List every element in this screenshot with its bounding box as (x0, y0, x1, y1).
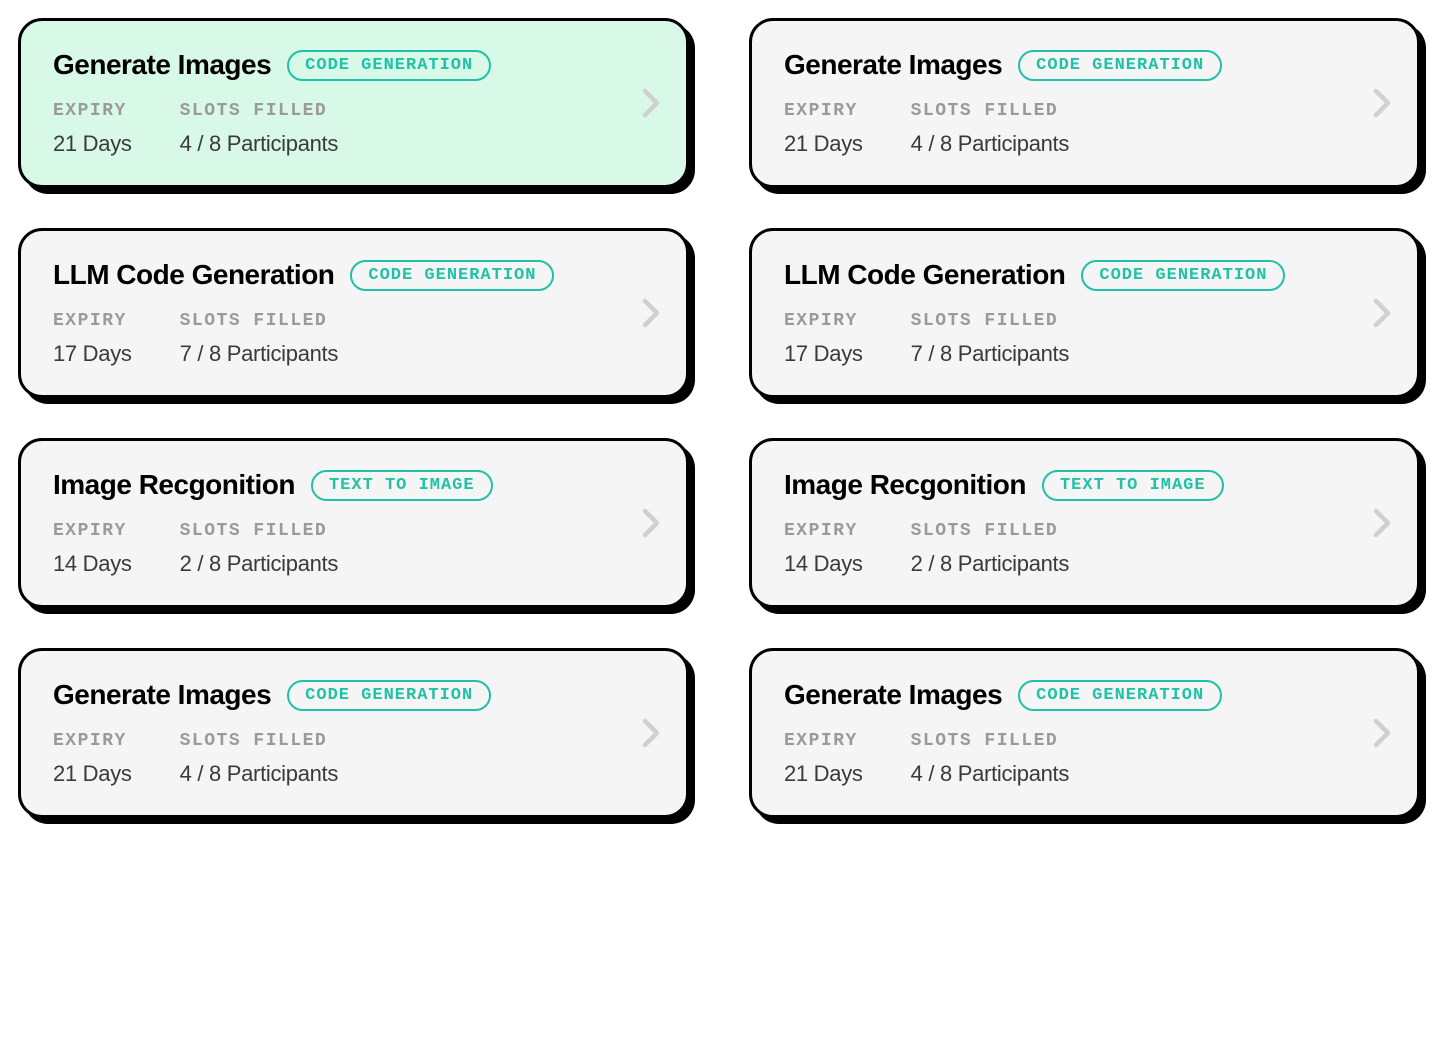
chevron-right-icon (1373, 298, 1391, 328)
card-header: LLM Code Generation CODE GENERATION (784, 259, 1385, 291)
card-title: LLM Code Generation (784, 259, 1065, 291)
slots-value: 4 / 8 Participants (911, 131, 1069, 157)
task-card[interactable]: Generate Images CODE GENERATION EXPIRY 2… (749, 648, 1420, 818)
task-card[interactable]: LLM Code Generation CODE GENERATION EXPI… (749, 228, 1420, 398)
card-header: Generate Images CODE GENERATION (53, 49, 654, 81)
card-header: Image Recgonition TEXT TO IMAGE (784, 469, 1385, 501)
slots-col: SLOTS FILLED 7 / 8 Participants (911, 311, 1069, 367)
slots-col: SLOTS FILLED 4 / 8 Participants (180, 731, 338, 787)
expiry-col: EXPIRY 17 Days (784, 311, 863, 367)
task-card[interactable]: Generate Images CODE GENERATION EXPIRY 2… (749, 18, 1420, 188)
slots-col: SLOTS FILLED 2 / 8 Participants (911, 521, 1069, 577)
card-header: LLM Code Generation CODE GENERATION (53, 259, 654, 291)
task-card[interactable]: Image Recgonition TEXT TO IMAGE EXPIRY 1… (18, 438, 689, 608)
expiry-value: 21 Days (53, 131, 132, 157)
card-grid: Generate Images CODE GENERATION EXPIRY 2… (18, 18, 1420, 818)
card-header: Generate Images CODE GENERATION (784, 49, 1385, 81)
expiry-value: 14 Days (784, 551, 863, 577)
card-meta: EXPIRY 14 Days SLOTS FILLED 2 / 8 Partic… (784, 521, 1385, 577)
slots-label: SLOTS FILLED (911, 731, 1069, 751)
card-header: Image Recgonition TEXT TO IMAGE (53, 469, 654, 501)
card-meta: EXPIRY 21 Days SLOTS FILLED 4 / 8 Partic… (53, 101, 654, 157)
card-meta: EXPIRY 21 Days SLOTS FILLED 4 / 8 Partic… (784, 101, 1385, 157)
slots-col: SLOTS FILLED 4 / 8 Participants (180, 101, 338, 157)
expiry-label: EXPIRY (784, 101, 863, 121)
expiry-value: 17 Days (784, 341, 863, 367)
slots-value: 7 / 8 Participants (180, 341, 338, 367)
chevron-right-icon (1373, 88, 1391, 118)
slots-label: SLOTS FILLED (911, 311, 1069, 331)
slots-label: SLOTS FILLED (180, 521, 338, 541)
slots-label: SLOTS FILLED (180, 311, 338, 331)
slots-col: SLOTS FILLED 2 / 8 Participants (180, 521, 338, 577)
expiry-label: EXPIRY (53, 311, 132, 331)
card-title: Generate Images (784, 679, 1002, 711)
chevron-right-icon (642, 88, 660, 118)
card-title: Generate Images (53, 679, 271, 711)
category-badge: CODE GENERATION (287, 680, 491, 711)
expiry-value: 21 Days (53, 761, 132, 787)
card-header: Generate Images CODE GENERATION (784, 679, 1385, 711)
chevron-right-icon (642, 718, 660, 748)
card-title: Image Recgonition (784, 469, 1026, 501)
expiry-label: EXPIRY (784, 731, 863, 751)
slots-col: SLOTS FILLED 4 / 8 Participants (911, 101, 1069, 157)
expiry-col: EXPIRY 21 Days (784, 731, 863, 787)
task-card[interactable]: LLM Code Generation CODE GENERATION EXPI… (18, 228, 689, 398)
slots-label: SLOTS FILLED (180, 731, 338, 751)
expiry-label: EXPIRY (784, 521, 863, 541)
expiry-col: EXPIRY 17 Days (53, 311, 132, 367)
chevron-right-icon (642, 508, 660, 538)
category-badge: CODE GENERATION (287, 50, 491, 81)
expiry-label: EXPIRY (53, 101, 132, 121)
slots-col: SLOTS FILLED 4 / 8 Participants (911, 731, 1069, 787)
expiry-label: EXPIRY (53, 731, 132, 751)
slots-label: SLOTS FILLED (911, 101, 1069, 121)
expiry-col: EXPIRY 21 Days (53, 731, 132, 787)
slots-value: 2 / 8 Participants (911, 551, 1069, 577)
expiry-value: 17 Days (53, 341, 132, 367)
slots-value: 4 / 8 Participants (911, 761, 1069, 787)
expiry-value: 14 Days (53, 551, 132, 577)
expiry-col: EXPIRY 21 Days (784, 101, 863, 157)
slots-label: SLOTS FILLED (911, 521, 1069, 541)
card-meta: EXPIRY 14 Days SLOTS FILLED 2 / 8 Partic… (53, 521, 654, 577)
expiry-value: 21 Days (784, 131, 863, 157)
card-title: Generate Images (784, 49, 1002, 81)
slots-value: 4 / 8 Participants (180, 131, 338, 157)
category-badge: CODE GENERATION (350, 260, 554, 291)
chevron-right-icon (1373, 718, 1391, 748)
slots-value: 7 / 8 Participants (911, 341, 1069, 367)
card-meta: EXPIRY 21 Days SLOTS FILLED 4 / 8 Partic… (784, 731, 1385, 787)
card-meta: EXPIRY 17 Days SLOTS FILLED 7 / 8 Partic… (784, 311, 1385, 367)
category-badge: TEXT TO IMAGE (1042, 470, 1224, 501)
slots-label: SLOTS FILLED (180, 101, 338, 121)
card-title: LLM Code Generation (53, 259, 334, 291)
card-meta: EXPIRY 21 Days SLOTS FILLED 4 / 8 Partic… (53, 731, 654, 787)
slots-col: SLOTS FILLED 7 / 8 Participants (180, 311, 338, 367)
chevron-right-icon (1373, 508, 1391, 538)
slots-value: 4 / 8 Participants (180, 761, 338, 787)
expiry-col: EXPIRY 14 Days (784, 521, 863, 577)
card-meta: EXPIRY 17 Days SLOTS FILLED 7 / 8 Partic… (53, 311, 654, 367)
task-card[interactable]: Generate Images CODE GENERATION EXPIRY 2… (18, 648, 689, 818)
expiry-label: EXPIRY (53, 521, 132, 541)
card-title: Generate Images (53, 49, 271, 81)
card-header: Generate Images CODE GENERATION (53, 679, 654, 711)
expiry-col: EXPIRY 21 Days (53, 101, 132, 157)
task-card[interactable]: Generate Images CODE GENERATION EXPIRY 2… (18, 18, 689, 188)
category-badge: CODE GENERATION (1018, 50, 1222, 81)
task-card[interactable]: Image Recgonition TEXT TO IMAGE EXPIRY 1… (749, 438, 1420, 608)
slots-value: 2 / 8 Participants (180, 551, 338, 577)
category-badge: TEXT TO IMAGE (311, 470, 493, 501)
chevron-right-icon (642, 298, 660, 328)
card-title: Image Recgonition (53, 469, 295, 501)
category-badge: CODE GENERATION (1018, 680, 1222, 711)
expiry-value: 21 Days (784, 761, 863, 787)
category-badge: CODE GENERATION (1081, 260, 1285, 291)
expiry-col: EXPIRY 14 Days (53, 521, 132, 577)
expiry-label: EXPIRY (784, 311, 863, 331)
